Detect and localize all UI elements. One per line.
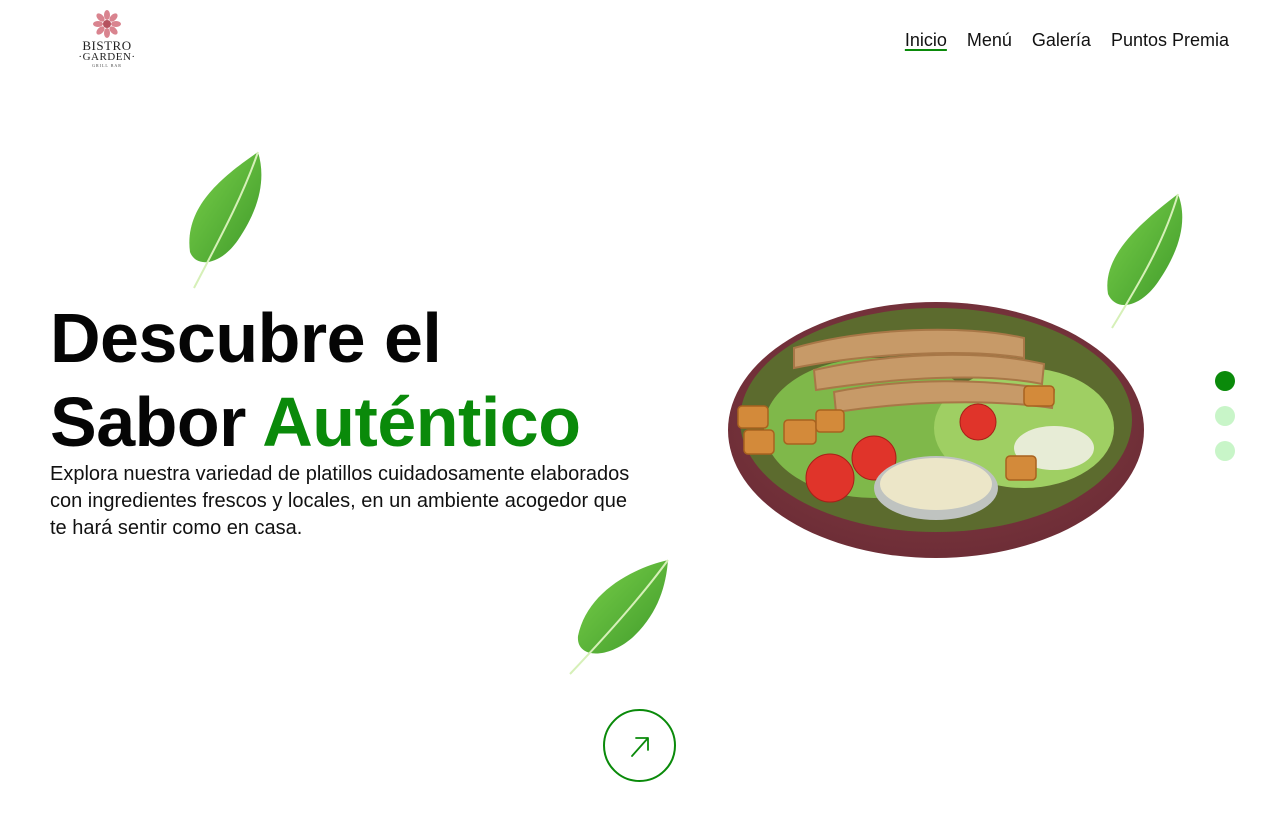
flower-icon — [93, 10, 121, 38]
hero-title-line1: Descubre el — [50, 299, 442, 377]
nav-item-menu[interactable]: Menú — [967, 29, 1012, 51]
nav-item-inicio[interactable]: Inicio — [905, 29, 947, 51]
explore-arrow-button[interactable] — [603, 709, 676, 782]
brand-name-line2: ·GARDEN· — [78, 51, 136, 63]
hero-title-line2: Sabor — [50, 383, 263, 461]
nav-item-galeria[interactable]: Galería — [1032, 29, 1091, 51]
leaf-decoration-top-left — [189, 151, 262, 289]
arrow-up-right-icon — [630, 736, 649, 757]
hero-title: Descubre el Sabor Auténtico — [50, 296, 581, 464]
slider-pagination — [1215, 371, 1235, 461]
main-nav: Inicio Menú Galería Puntos Premia — [905, 29, 1229, 51]
slider-dot-3[interactable] — [1215, 441, 1235, 461]
slider-dot-2[interactable] — [1215, 406, 1235, 426]
slider-dot-1[interactable] — [1215, 371, 1235, 391]
nav-item-puntos-premia[interactable]: Puntos Premia — [1111, 29, 1229, 51]
hero-title-accent: Auténtico — [262, 383, 581, 461]
hero-description: Explora nuestra variedad de platillos cu… — [50, 463, 630, 539]
brand-tagline: GRILL BAR — [92, 63, 122, 68]
brand-logo[interactable]: BISTRO ·GARDEN· GRILL BAR — [72, 10, 142, 72]
salad-plate-image — [728, 302, 1144, 558]
leaf-decoration-bottom — [569, 559, 669, 675]
